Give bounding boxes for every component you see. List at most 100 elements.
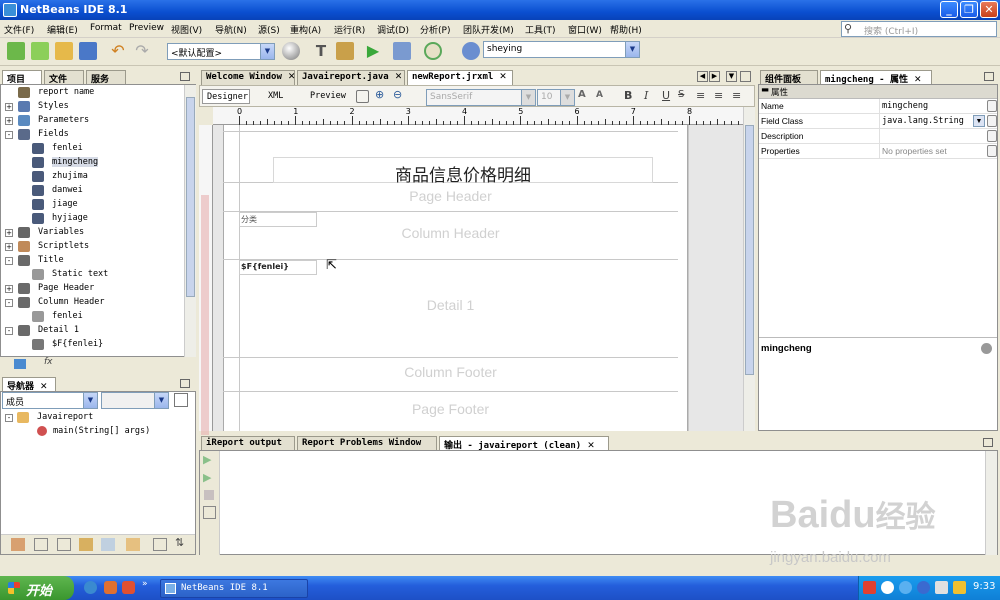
sort-az-icon[interactable]: ⇅ — [175, 536, 184, 549]
tree-item[interactable]: + Variables — [1, 226, 183, 240]
collapse-icon[interactable]: - — [5, 299, 13, 307]
menu-refactor[interactable]: 重构(A) — [290, 23, 321, 36]
clean-build-icon[interactable] — [336, 42, 354, 60]
italic-icon[interactable]: I — [644, 89, 648, 102]
collapse-icon[interactable]: - — [5, 131, 13, 139]
undo-icon[interactable]: ↶ — [109, 42, 127, 60]
menu-format[interactable]: Format — [90, 23, 122, 33]
tray-app-icon[interactable] — [917, 581, 930, 594]
expand-icon[interactable]: + — [5, 103, 13, 111]
align-center-icon[interactable]: ≡ — [714, 89, 723, 102]
tree-item[interactable]: + Page Header — [1, 282, 183, 296]
start-button[interactable]: 开始 — [0, 576, 74, 600]
tray-app-icon[interactable] — [899, 581, 912, 594]
taskbar-app-netbeans[interactable]: NetBeans IDE 8.1 — [160, 579, 308, 598]
new-file-icon[interactable] — [7, 42, 25, 60]
font-grow-icon[interactable]: A — [578, 89, 586, 100]
font-shrink-icon[interactable]: A — [596, 90, 603, 100]
tab-ireport-output[interactable]: iReport output — [201, 436, 295, 451]
scroll-tabs-left-icon[interactable]: ◀ — [697, 71, 708, 82]
tab-report-problems[interactable]: Report Problems Window — [297, 436, 437, 451]
clock[interactable]: 9:33 — [973, 581, 995, 592]
inherited-icon[interactable] — [101, 538, 115, 551]
column-footer-band[interactable]: Column Footer — [223, 358, 678, 392]
prop-description-value[interactable] — [879, 129, 985, 143]
scroll-thumb[interactable] — [186, 97, 195, 297]
prop-row-properties[interactable]: Properties No properties set — [759, 144, 997, 159]
help-icon[interactable] — [981, 343, 992, 354]
quicklaunch-icon[interactable] — [122, 581, 135, 594]
redo-icon[interactable]: ↷ — [133, 42, 151, 60]
tree-item[interactable]: Static text — [1, 268, 183, 282]
tree-item[interactable]: report name — [1, 86, 183, 100]
tree-item[interactable]: + Parameters — [1, 114, 183, 128]
scope-select[interactable]: ▼ — [101, 392, 169, 409]
tree-item[interactable]: mingcheng — [1, 156, 183, 170]
close-icon[interactable]: ✕ — [395, 72, 403, 82]
member-filter-select[interactable]: 成员 ▼ — [2, 392, 98, 409]
zoom-in-icon[interactable]: ⊕ — [375, 88, 384, 101]
minimize-panel-icon[interactable] — [983, 438, 993, 447]
tree-item[interactable]: zhujima — [1, 170, 183, 184]
designer-view-button[interactable]: Designer — [202, 89, 250, 104]
maximize-editor-icon[interactable] — [740, 71, 751, 82]
close-button[interactable]: ✕ — [980, 1, 998, 18]
deploy-icon[interactable] — [462, 42, 480, 60]
run-icon[interactable]: ▶ — [364, 42, 382, 60]
minimize-panel-icon[interactable] — [984, 72, 994, 81]
tree-item[interactable]: - Detail 1 — [1, 324, 183, 338]
tab-newreport-jrxml[interactable]: newReport.jrxml ✕ — [407, 70, 513, 85]
tree-item[interactable]: - Column Header — [1, 296, 183, 310]
menu-debug[interactable]: 调试(D) — [377, 23, 409, 36]
profile-icon[interactable] — [424, 42, 442, 60]
debug-icon[interactable] — [393, 42, 411, 60]
tree-item[interactable]: $F{fenlei} — [1, 338, 183, 352]
minimize-panel-icon[interactable] — [180, 379, 190, 388]
page-footer-band[interactable]: Page Footer — [223, 392, 678, 431]
prop-name-value[interactable]: mingcheng — [879, 99, 985, 113]
target-icon[interactable] — [282, 42, 300, 60]
rerun-different-icon[interactable]: ▶ — [203, 471, 211, 484]
menu-navigate[interactable]: 导航(N) — [215, 23, 247, 36]
collapse-group-icon[interactable]: ▬ — [761, 85, 769, 95]
build-hammer-icon[interactable]: T — [312, 42, 330, 60]
sort-by-name-icon[interactable] — [153, 538, 167, 551]
minimize-button[interactable]: _ — [940, 1, 958, 18]
collapse-icon[interactable]: - — [5, 327, 13, 335]
tab-javaireport-java[interactable]: Javaireport.java ✕ — [297, 70, 405, 85]
tray-app-icon[interactable] — [863, 581, 876, 594]
tree-item[interactable]: jiage — [1, 198, 183, 212]
tab-palette[interactable]: 组件面板 — [760, 70, 818, 85]
underline-icon[interactable]: U — [662, 89, 670, 102]
prop-field-class-value[interactable]: java.lang.String — [879, 114, 985, 128]
tab-list-icon[interactable]: ▼ — [726, 71, 737, 82]
save-all-icon[interactable] — [79, 42, 97, 60]
align-left-icon[interactable]: ≡ — [696, 89, 705, 102]
preview-view-button[interactable]: Preview — [310, 91, 346, 101]
expand-icon[interactable]: + — [5, 285, 13, 293]
maximize-button[interactable]: ❐ — [960, 1, 978, 18]
chevron-down-icon[interactable]: ▼ — [973, 115, 985, 127]
tree-item[interactable]: + Styles — [1, 100, 183, 114]
close-icon[interactable]: ✕ — [288, 72, 296, 82]
ie-quicklaunch-icon[interactable] — [84, 581, 97, 594]
detail-field-box[interactable]: $F{fenlei} — [239, 260, 317, 275]
zoom-out-icon[interactable]: ⊖ — [393, 88, 402, 101]
collapse-icon[interactable]: - — [5, 257, 13, 265]
menu-file[interactable]: 文件(F) — [4, 23, 34, 36]
bold-icon[interactable]: B — [624, 89, 632, 102]
sort-icon[interactable] — [11, 538, 25, 551]
output-settings-icon[interactable] — [203, 506, 216, 519]
network-icon[interactable] — [935, 581, 948, 594]
tree-item[interactable]: + Scriptlets — [1, 240, 183, 254]
stop-icon[interactable] — [204, 490, 214, 500]
tab-navigator[interactable]: 导航器 ✕ — [2, 377, 56, 392]
minimize-panel-icon[interactable] — [180, 72, 190, 81]
expand-icon[interactable]: + — [5, 117, 13, 125]
expression-icon[interactable]: fx — [44, 357, 53, 367]
tab-properties[interactable]: mingcheng - 属性 ✕ — [820, 70, 932, 85]
security-icon[interactable] — [953, 581, 966, 594]
strikethrough-icon[interactable]: S — [678, 89, 684, 100]
prop-row-description[interactable]: Description — [759, 129, 997, 144]
tab-projects[interactable]: 项目 — [2, 70, 42, 85]
